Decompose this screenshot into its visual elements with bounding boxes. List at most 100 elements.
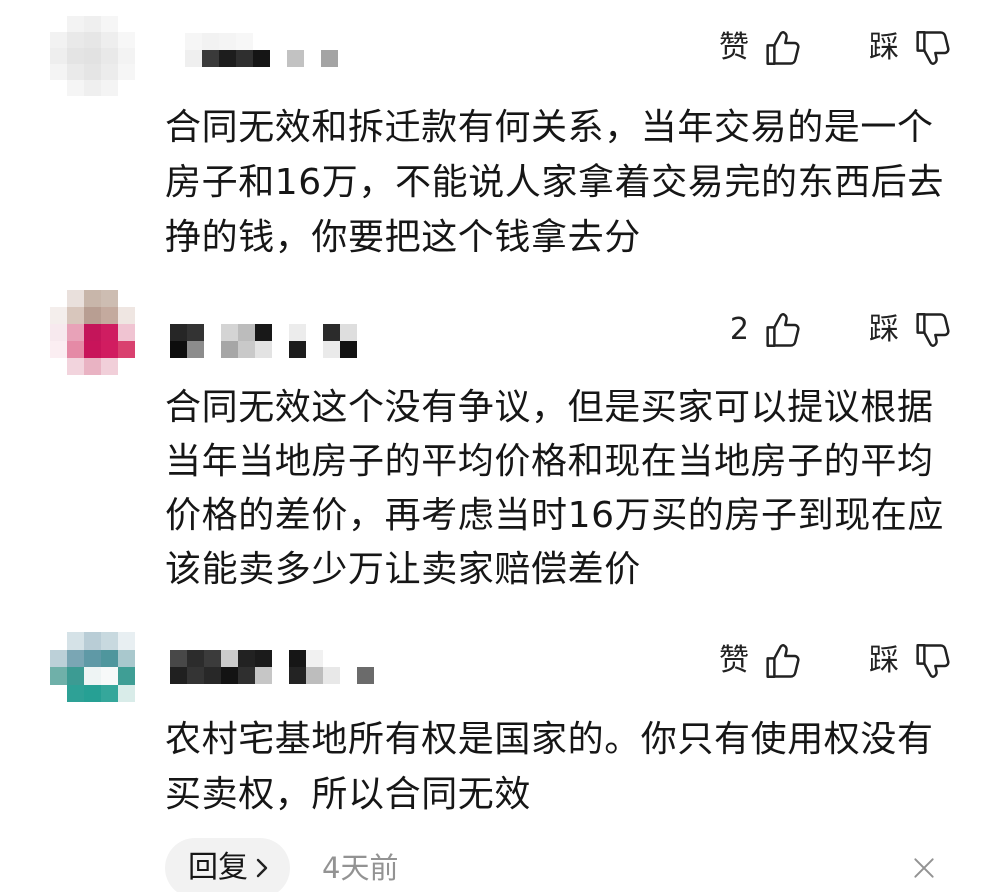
mosaic-cell xyxy=(253,50,270,67)
comment-text-line: 该能卖多少万让卖家赔偿差价 xyxy=(165,549,641,590)
mosaic-cell xyxy=(289,341,306,358)
mosaic-cell xyxy=(118,307,135,324)
mosaic-cell xyxy=(306,667,323,684)
reply-label: 回复 xyxy=(188,850,248,885)
mosaic-cell xyxy=(67,667,84,685)
mosaic-cell xyxy=(67,80,84,96)
mosaic-cell xyxy=(101,649,118,667)
mosaic-cell xyxy=(101,358,118,375)
mosaic-cell xyxy=(118,632,135,650)
comment-text-line: 挣的钱，你要把这个钱拿去分 xyxy=(165,217,641,258)
comment-text-line: 买卖权，所以合同无效 xyxy=(165,774,532,815)
mosaic-cell xyxy=(323,324,340,341)
mosaic-cell xyxy=(118,324,135,341)
comment-item: 赞 踩 合同无效和拆迁款有何关系，当年交易的是一个 房子和16万，不能说人家拿着… xyxy=(0,0,1000,285)
chevron-right-icon xyxy=(255,856,269,880)
mosaic-cell xyxy=(67,290,84,307)
mosaic-cell xyxy=(238,324,255,341)
dislike-label: 踩 xyxy=(869,643,899,678)
avatar[interactable] xyxy=(50,16,135,96)
mosaic-cell xyxy=(101,80,118,96)
mosaic-cell xyxy=(323,341,340,358)
dislike-button[interactable]: 踩 xyxy=(862,310,952,350)
mosaic-cell xyxy=(238,341,255,358)
comment-text-line: 房子和16万，不能说人家拿着交易完的东西后去 xyxy=(165,162,945,203)
mosaic-cell xyxy=(101,324,118,341)
dislike-button[interactable]: 踩 xyxy=(862,28,952,68)
mosaic-cell xyxy=(187,650,204,667)
like-label: 赞 xyxy=(719,643,749,678)
comment-item: 2 踩 合同无效这个没有争议，但是买家可以提议根据 当年当地房子的平均价格和现在… xyxy=(0,285,1000,620)
mosaic-cell xyxy=(238,667,255,684)
mosaic-cell xyxy=(84,358,101,375)
reply-button[interactable]: 回复 xyxy=(165,838,290,892)
mosaic-cell xyxy=(204,667,221,684)
mosaic-cell xyxy=(101,64,118,80)
mosaic-cell xyxy=(255,667,272,684)
mosaic-cell xyxy=(50,649,67,667)
avatar[interactable] xyxy=(50,290,135,375)
comment-text-line: 价格的差价，再考虑当时16万买的房子到现在应 xyxy=(165,495,945,536)
mosaic-cell xyxy=(84,667,101,685)
username-redacted[interactable] xyxy=(185,33,338,67)
username-redacted[interactable] xyxy=(170,650,374,684)
username-redacted[interactable] xyxy=(170,324,374,358)
comment-text-line: 农村宅基地所有权是国家的。你只有使用权没有 xyxy=(165,719,934,760)
mosaic-cell xyxy=(67,358,84,375)
comment-text: 合同无效和拆迁款有何关系，当年交易的是一个 房子和16万，不能说人家拿着交易完的… xyxy=(165,100,965,265)
mosaic-cell xyxy=(118,649,135,667)
mosaic-cell xyxy=(84,341,101,358)
mosaic-cell xyxy=(67,48,84,64)
mosaic-cell xyxy=(101,48,118,64)
mosaic-cell xyxy=(221,324,238,341)
close-icon[interactable] xyxy=(911,855,937,881)
comment-text: 合同无效这个没有争议，但是买家可以提议根据 当年当地房子的平均价格和现在当地房子… xyxy=(165,381,965,597)
mosaic-cell xyxy=(204,650,221,667)
mosaic-cell xyxy=(67,16,84,32)
mosaic-cell xyxy=(84,64,101,80)
timestamp: 4天前 xyxy=(322,851,399,885)
mosaic-cell xyxy=(170,341,187,358)
like-button[interactable]: 赞 xyxy=(700,641,802,681)
mosaic-cell xyxy=(101,307,118,324)
mosaic-cell xyxy=(221,650,238,667)
mosaic-cell xyxy=(170,667,187,684)
mosaic-cell xyxy=(118,32,135,48)
mosaic-cell xyxy=(187,667,204,684)
mosaic-cell xyxy=(221,667,238,684)
like-button[interactable]: 2 xyxy=(700,310,802,350)
mosaic-cell xyxy=(84,324,101,341)
mosaic-cell xyxy=(84,290,101,307)
mosaic-cell xyxy=(202,50,219,67)
mosaic-cell xyxy=(236,50,253,67)
like-label: 赞 xyxy=(719,30,749,65)
mosaic-cell xyxy=(289,650,306,667)
mosaic-cell xyxy=(187,324,204,341)
like-button[interactable]: 赞 xyxy=(700,28,802,68)
comment-footer: 回复 4天前 xyxy=(0,838,1000,892)
mosaic-cell xyxy=(118,684,135,702)
mosaic-cell xyxy=(185,50,202,67)
dislike-button[interactable]: 踩 xyxy=(862,641,952,681)
mosaic-cell xyxy=(287,50,304,67)
mosaic-cell xyxy=(221,341,238,358)
mosaic-cell xyxy=(50,64,67,80)
mosaic-cell xyxy=(219,50,236,67)
mosaic-cell xyxy=(84,684,101,702)
mosaic-cell xyxy=(357,667,374,684)
mosaic-cell xyxy=(323,667,340,684)
dislike-label: 踩 xyxy=(869,30,899,65)
mosaic-cell xyxy=(118,341,135,358)
mosaic-cell xyxy=(84,32,101,48)
mosaic-cell xyxy=(50,307,67,324)
mosaic-cell xyxy=(219,33,236,50)
avatar[interactable] xyxy=(50,632,135,702)
mosaic-cell xyxy=(101,290,118,307)
mosaic-cell xyxy=(101,341,118,358)
mosaic-cell xyxy=(255,341,272,358)
thumbs-down-icon xyxy=(914,311,952,349)
mosaic-cell xyxy=(101,16,118,32)
thumbs-up-icon xyxy=(764,29,802,67)
comment-text-line: 合同无效这个没有争议，但是买家可以提议根据 xyxy=(165,387,934,428)
mosaic-cell xyxy=(67,307,84,324)
